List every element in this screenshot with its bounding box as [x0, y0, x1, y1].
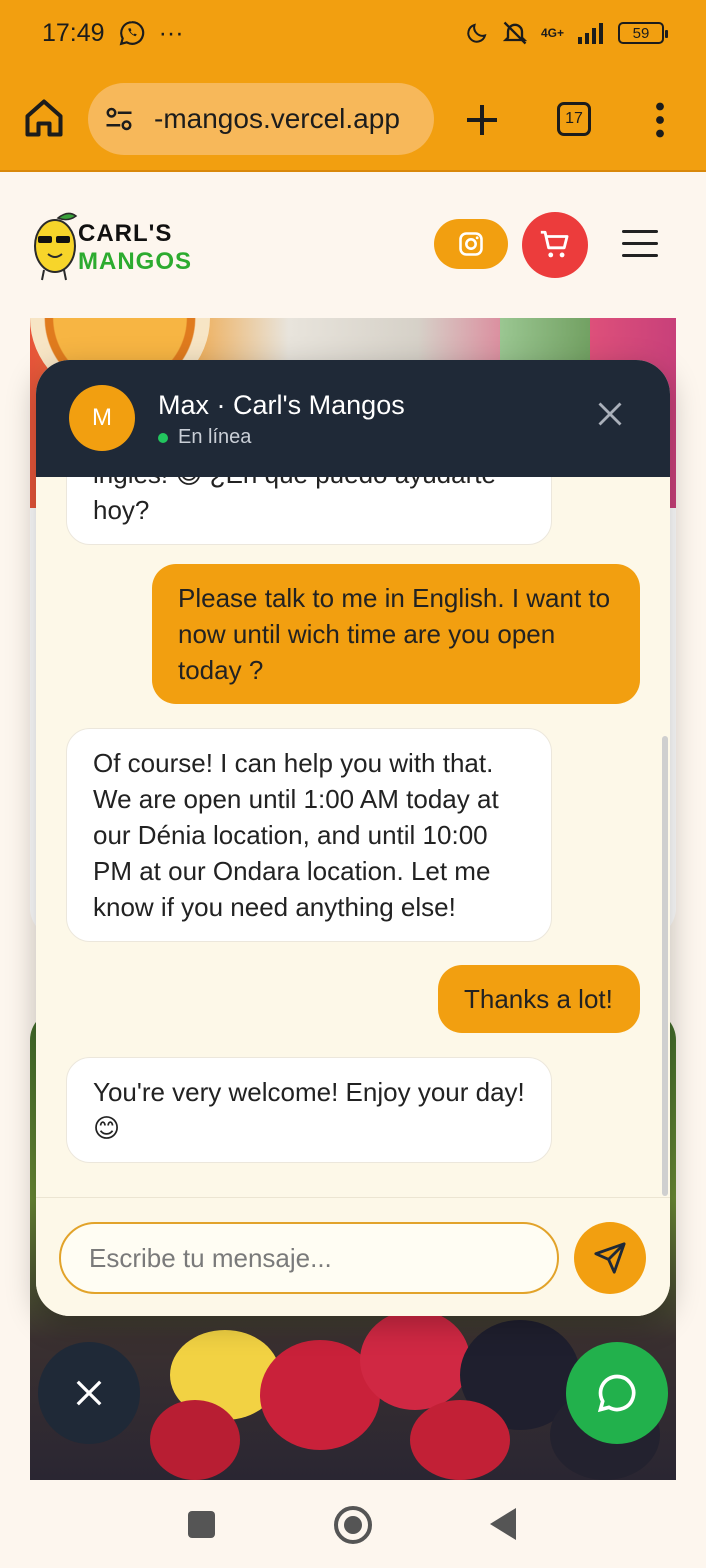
cart-icon [540, 230, 569, 258]
user-message: Please talk to me in English. I want to … [152, 564, 640, 704]
whatsapp-button[interactable] [566, 1342, 668, 1444]
online-status-label: En línea [178, 426, 252, 448]
site-settings-icon[interactable] [104, 104, 134, 134]
tab-count: 17 [565, 110, 583, 127]
browser-menu-icon[interactable] [650, 102, 670, 138]
hamburger-menu-icon[interactable] [622, 230, 658, 260]
close-chat-button[interactable] [38, 1342, 140, 1444]
scrollbar[interactable] [662, 736, 668, 1196]
whatsapp-notification-icon [119, 21, 144, 46]
system-nav-bar [0, 1480, 706, 1568]
url-text: -mangos.vercel.app [154, 103, 400, 134]
send-icon [594, 1242, 626, 1274]
chat-title: Max · Carl's Mangos [158, 390, 405, 420]
battery-icon: 59 [618, 22, 668, 44]
recents-button[interactable] [188, 1511, 215, 1538]
address-bar[interactable]: -mangos.vercel.app [88, 83, 434, 155]
site-header: CARL'S MANGOS [0, 172, 706, 318]
instagram-button[interactable] [434, 219, 508, 269]
bot-message: Of course! I can help you with that. We … [66, 728, 552, 942]
home-button[interactable] [334, 1506, 372, 1544]
tab-switcher-button[interactable]: 17 [557, 102, 591, 136]
new-tab-icon[interactable] [462, 100, 502, 140]
logo-text-mangos: MANGOS [78, 248, 192, 275]
bot-message: You're very welcome! Enjoy your day! 😊 [66, 1057, 552, 1163]
network-type: 4G+ [540, 26, 564, 40]
battery-level: 59 [632, 24, 650, 42]
online-status: En línea [158, 426, 251, 449]
send-button[interactable] [574, 1222, 646, 1294]
bot-message: inglés! 😊 ¿En qué puedo ayudarte hoy? [66, 477, 552, 545]
home-icon[interactable] [22, 96, 66, 140]
logo-text-carls: CARL'S [78, 220, 173, 247]
signal-icon [578, 23, 603, 44]
more-notifications: ··· [158, 18, 184, 47]
site-logo[interactable]: CARL'S MANGOS [30, 208, 205, 282]
chat-widget: M Max · Carl's Mangos En línea inglés! 😊… [36, 360, 670, 1316]
chat-input-area [36, 1197, 670, 1316]
instagram-icon [459, 232, 483, 256]
chat-header: M Max · Carl's Mangos En línea [36, 360, 670, 477]
close-icon [76, 1380, 102, 1406]
online-dot-icon [158, 432, 168, 443]
mango-mascot-icon [34, 212, 78, 281]
muted-bell-icon [502, 21, 528, 45]
cart-button[interactable] [522, 212, 588, 278]
back-button[interactable] [490, 1508, 516, 1540]
do-not-disturb-icon [467, 23, 487, 43]
avatar: M [69, 385, 135, 451]
avatar-letter: M [92, 404, 112, 431]
browser-toolbar: -mangos.vercel.app 17 [0, 66, 706, 172]
chat-bubble-icon [597, 1374, 636, 1413]
message-input[interactable] [59, 1222, 559, 1294]
close-icon[interactable] [596, 400, 624, 428]
message-list[interactable]: inglés! 😊 ¿En qué puedo ayudarte hoy? Pl… [36, 477, 670, 1197]
clock: 17:49 [42, 18, 105, 47]
user-message: Thanks a lot! [438, 965, 640, 1033]
status-bar: 17:49 ··· 4G+ 59 [0, 0, 706, 66]
